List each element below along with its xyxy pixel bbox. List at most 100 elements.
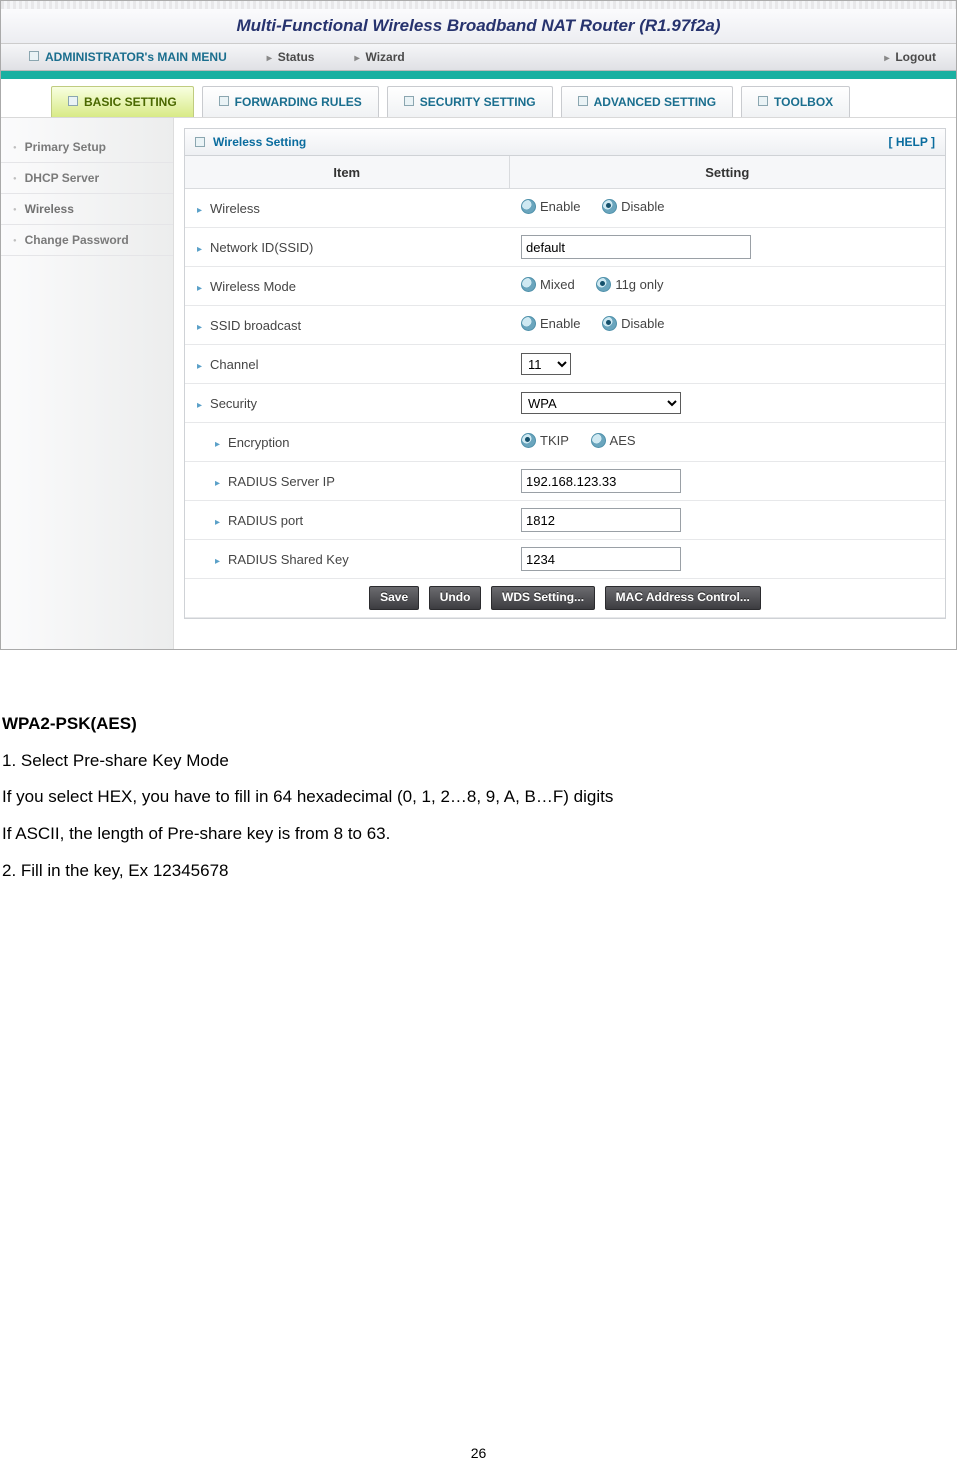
doc-step-2: 2. Fill in the key, Ex 12345678 <box>2 859 955 884</box>
input-radius-port[interactable] <box>521 508 681 532</box>
row-encryption: ▸ Encryption TKIP AES <box>185 423 945 462</box>
row-radius-key: ▸ RADIUS Shared Key <box>185 540 945 579</box>
product-title-bar: Multi-Functional Wireless Broadband NAT … <box>1 9 956 43</box>
help-link[interactable]: [ HELP ] <box>889 135 935 149</box>
panel-title: Wireless Setting <box>213 135 306 149</box>
radio-mode-11g[interactable]: 11g only <box>596 277 663 292</box>
row-wireless: ▸ Wireless Enable Disable <box>185 189 945 228</box>
radio-icon <box>521 433 536 448</box>
ui-body: Primary Setup DHCP Server Wireless Chang… <box>1 118 956 649</box>
admin-main-menu-label: ADMINISTRATOR's MAIN MENU <box>29 50 227 64</box>
label-ssid-broadcast: SSID broadcast <box>210 318 301 333</box>
tab-security-setting[interactable]: SECURITY SETTING <box>387 86 553 117</box>
router-admin-ui: Multi-Functional Wireless Broadband NAT … <box>0 0 957 650</box>
radio-icon <box>602 199 617 214</box>
arrow-icon: ▸ <box>197 205 202 216</box>
doc-step-1: 1. Select Pre-share Key Mode <box>2 749 955 774</box>
row-buttons: Save Undo WDS Setting... MAC Address Con… <box>185 579 945 618</box>
sidebar-item-change-password[interactable]: Change Password <box>1 225 173 256</box>
radio-broadcast-disable[interactable]: Disable <box>602 316 664 331</box>
radio-enc-aes[interactable]: AES <box>591 433 636 448</box>
row-radius-port: ▸ RADIUS port <box>185 501 945 540</box>
radio-icon <box>521 277 536 292</box>
input-ssid[interactable] <box>521 235 751 259</box>
sidebar-item-primary-setup[interactable]: Primary Setup <box>1 132 173 163</box>
table-header-row: Item Setting <box>185 156 945 189</box>
sidebar-item-wireless[interactable]: Wireless <box>1 194 173 225</box>
radio-wireless-enable[interactable]: Enable <box>521 199 580 214</box>
row-radius-ip: ▸ RADIUS Server IP <box>185 462 945 501</box>
radio-icon <box>521 316 536 331</box>
square-icon <box>195 137 205 147</box>
teal-separator <box>1 71 956 79</box>
radio-icon <box>602 316 617 331</box>
tab-bar: BASIC SETTING FORWARDING RULES SECURITY … <box>1 79 956 118</box>
tab-advanced-setting[interactable]: ADVANCED SETTING <box>561 86 733 117</box>
arrow-icon: ▸ <box>197 400 202 411</box>
document-text: WPA2-PSK(AES) 1. Select Pre-share Key Mo… <box>0 650 957 883</box>
doc-hex-note: If you select HEX, you have to fill in 6… <box>2 785 955 810</box>
tab-basic-setting[interactable]: BASIC SETTING <box>51 86 194 117</box>
square-icon <box>578 96 588 106</box>
radio-icon <box>521 199 536 214</box>
arrow-icon: ▸ <box>215 478 220 489</box>
label-radius-key: RADIUS Shared Key <box>228 552 349 567</box>
row-wireless-mode: ▸ Wireless Mode Mixed 11g only <box>185 267 945 306</box>
mac-address-control-button[interactable]: MAC Address Control... <box>605 586 761 610</box>
arrow-icon: ▸ <box>197 244 202 255</box>
panel-header: Wireless Setting [ HELP ] <box>185 129 945 156</box>
arrow-icon: ▸ <box>215 517 220 528</box>
arrow-icon: ▸ <box>197 361 202 372</box>
label-radius-port: RADIUS port <box>228 513 303 528</box>
doc-ascii-note: If ASCII, the length of Pre-share key is… <box>2 822 955 847</box>
window-top-border <box>1 1 956 9</box>
label-ssid: Network ID(SSID) <box>210 240 313 255</box>
save-button[interactable]: Save <box>369 586 419 610</box>
arrow-icon: ▸ <box>215 556 220 567</box>
doc-heading: WPA2-PSK(AES) <box>2 712 955 737</box>
label-wireless: Wireless <box>210 201 260 216</box>
select-channel[interactable]: 11 <box>521 353 571 375</box>
select-security[interactable]: WPA <box>521 392 681 414</box>
col-item: Item <box>185 156 509 189</box>
label-encryption: Encryption <box>228 435 289 450</box>
square-icon <box>758 96 768 106</box>
label-radius-ip: RADIUS Server IP <box>228 474 335 489</box>
admin-menubar: ADMINISTRATOR's MAIN MENU Status Wizard … <box>1 43 956 71</box>
settings-table: Item Setting ▸ Wireless Enable Disable ▸ N… <box>185 156 945 618</box>
menu-logout[interactable]: Logout <box>884 50 936 64</box>
square-icon <box>68 96 78 106</box>
square-icon <box>219 96 229 106</box>
radio-broadcast-enable[interactable]: Enable <box>521 316 580 331</box>
row-security: ▸ Security WPA <box>185 384 945 423</box>
arrow-icon: ▸ <box>197 322 202 333</box>
radio-icon <box>596 277 611 292</box>
tab-toolbox[interactable]: TOOLBOX <box>741 86 850 117</box>
square-icon <box>29 51 39 61</box>
col-setting: Setting <box>509 156 945 189</box>
input-radius-ip[interactable] <box>521 469 681 493</box>
arrow-icon: ▸ <box>197 283 202 294</box>
radio-icon <box>591 433 606 448</box>
label-wireless-mode: Wireless Mode <box>210 279 296 294</box>
label-security: Security <box>210 396 257 411</box>
sidebar: Primary Setup DHCP Server Wireless Chang… <box>1 118 174 649</box>
input-radius-key[interactable] <box>521 547 681 571</box>
label-channel: Channel <box>210 357 258 372</box>
square-icon <box>404 96 414 106</box>
radio-mode-mixed[interactable]: Mixed <box>521 277 575 292</box>
page-number: 26 <box>0 1445 957 1461</box>
arrow-icon: ▸ <box>215 439 220 450</box>
undo-button[interactable]: Undo <box>429 586 482 610</box>
wireless-setting-panel: Wireless Setting [ HELP ] Item Setting ▸… <box>184 128 946 619</box>
menu-wizard[interactable]: Wizard <box>354 50 404 64</box>
row-channel: ▸ Channel 11 <box>185 345 945 384</box>
wds-setting-button[interactable]: WDS Setting... <box>491 586 595 610</box>
tab-forwarding-rules[interactable]: FORWARDING RULES <box>202 86 379 117</box>
radio-enc-tkip[interactable]: TKIP <box>521 433 569 448</box>
main-panel-area: Wireless Setting [ HELP ] Item Setting ▸… <box>174 118 956 649</box>
sidebar-item-dhcp-server[interactable]: DHCP Server <box>1 163 173 194</box>
menu-status[interactable]: Status <box>267 50 315 64</box>
radio-wireless-disable[interactable]: Disable <box>602 199 664 214</box>
product-title: Multi-Functional Wireless Broadband NAT … <box>236 16 720 35</box>
